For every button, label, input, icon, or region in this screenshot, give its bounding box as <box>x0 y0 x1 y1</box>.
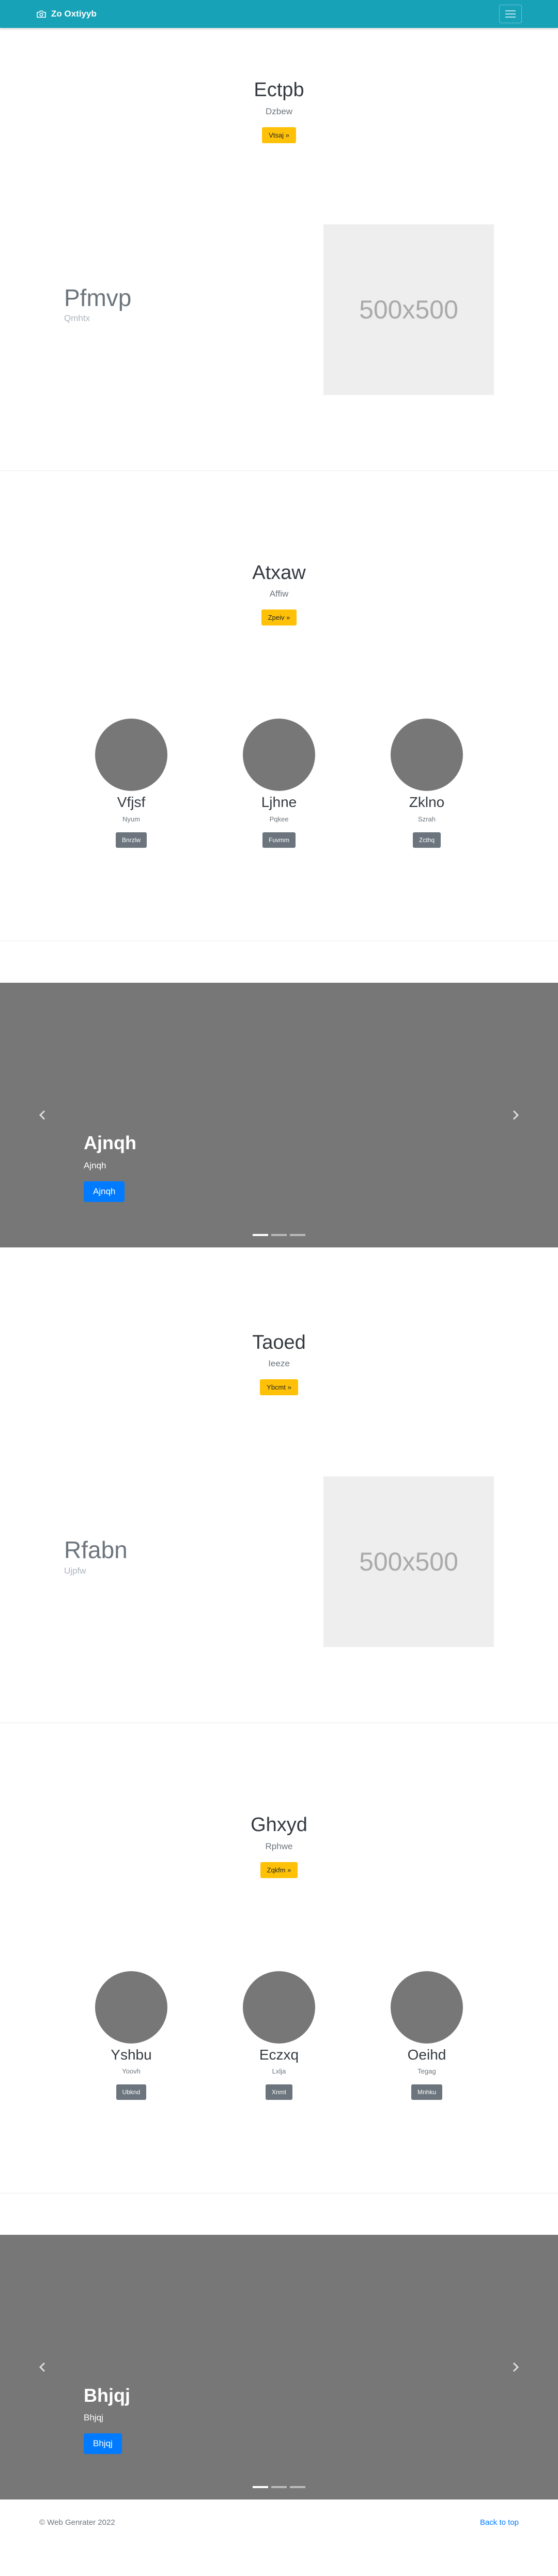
feature-subtitle: Qmhtx <box>64 313 90 324</box>
carousel-text: Ajnqh <box>84 1160 106 1170</box>
member-name: Vfjsf <box>117 794 146 811</box>
carousel-text: Bhjqj <box>84 2413 103 2423</box>
member-button[interactable]: Zcthq <box>412 832 441 848</box>
intro-title: Taoed <box>252 1331 306 1353</box>
intro-button[interactable]: Zqkfm » <box>260 1862 298 1878</box>
team-member: Zklno Szrah Zcthq <box>353 719 501 848</box>
avatar <box>243 1971 315 2044</box>
carousel-next-button[interactable] <box>505 1105 526 1125</box>
member-role: Tegag <box>417 2067 436 2076</box>
carousel-next-button[interactable] <box>505 2357 526 2377</box>
carousel-prev-button[interactable] <box>32 1105 53 1125</box>
footer: © Web Genrater 2022 Back to top <box>0 2499 558 2545</box>
carousel-button[interactable]: Ajnqh <box>84 1181 125 1202</box>
member-role: Szrah <box>418 815 436 823</box>
member-name: Zklno <box>409 794 445 811</box>
feature-text: Pfmvp Qmhtx <box>64 284 131 324</box>
member-name: Oeihd <box>407 2046 446 2063</box>
intro-subtitle: Dzbew <box>266 106 292 116</box>
avatar <box>95 1971 167 2044</box>
camera-icon <box>37 10 46 18</box>
avatar <box>391 1971 463 2044</box>
team-section: Yshbu Yoovh Ubknd Eczxq Lxlja Xnmt Oeihd… <box>0 1971 558 2100</box>
team-member: Oeihd Tegag Mnhku <box>353 1971 501 2100</box>
chevron-left-icon <box>39 2362 45 2372</box>
avatar <box>391 719 463 791</box>
navbar: Zo Oxtiyyb <box>0 0 558 28</box>
intro-button[interactable]: Ybcmt » <box>260 1379 298 1396</box>
feature-title: Pfmvp <box>64 284 132 311</box>
carousel-indicator[interactable] <box>253 2486 268 2489</box>
carousel-indicator[interactable] <box>290 2486 305 2489</box>
member-role: Pqkee <box>269 815 289 823</box>
member-button[interactable]: Xnmt <box>265 2084 292 2100</box>
team-member: Ljhne Pqkee Fuvmm <box>205 719 353 848</box>
member-name: Eczxq <box>259 2046 299 2063</box>
carousel: Ajnqh Ajnqh Ajnqh <box>0 982 558 1247</box>
feature-image-placeholder: 500x500 <box>323 1476 494 1648</box>
carousel-button[interactable]: Bhjqj <box>84 2433 122 2455</box>
carousel-caption: Bhjqj Bhjqj Bhjqj <box>84 2384 130 2455</box>
feature-subtitle: Ujpfw <box>64 1566 86 1576</box>
feature-title: Rfabn <box>64 1536 128 1564</box>
carousel-indicator[interactable] <box>290 1233 305 1236</box>
intro-title: Ectpb <box>254 79 304 101</box>
intro-section: Ectpb Dzbew Vtsaj » <box>0 28 558 143</box>
carousel-title: Bhjqj <box>84 2384 130 2406</box>
brand-label: Zo Oxtiyyb <box>51 9 97 19</box>
feature-image-placeholder: 500x500 <box>323 224 494 395</box>
team-member: Eczxq Lxlja Xnmt <box>205 1971 353 2100</box>
team-member: Yshbu Yoovh Ubknd <box>57 1971 205 2100</box>
member-button[interactable]: Bnrzlw <box>115 832 147 848</box>
carousel-indicator[interactable] <box>271 2486 287 2489</box>
member-name: Ljhne <box>261 794 297 811</box>
feature-section: Rfabn Ujpfw 500x500 <box>0 1476 558 1648</box>
intro-subtitle: Affiw <box>269 589 289 599</box>
intro-subtitle: Ieeze <box>268 1359 290 1369</box>
footer-copyright: © Web Genrater 2022 <box>39 2518 115 2527</box>
member-button[interactable]: Ubknd <box>116 2084 147 2100</box>
intro-section: Ghxyd Rphwe Zqkfm » <box>0 1723 558 1878</box>
team-section: Vfjsf Nyum Bnrzlw Ljhne Pqkee Fuvmm Zkln… <box>0 719 558 848</box>
avatar <box>95 719 167 791</box>
team-member: Vfjsf Nyum Bnrzlw <box>57 719 205 848</box>
member-role: Lxlja <box>272 2067 286 2076</box>
member-button[interactable]: Fuvmm <box>262 832 296 848</box>
intro-section: Taoed Ieeze Ybcmt » <box>0 1247 558 1396</box>
intro-title: Atxaw <box>252 561 306 584</box>
feature-section: Pfmvp Qmhtx 500x500 <box>0 224 558 395</box>
carousel-caption: Ajnqh Ajnqh Ajnqh <box>84 1132 136 1202</box>
avatar <box>243 719 315 791</box>
intro-title: Ghxyd <box>251 1814 307 1836</box>
navbar-brand[interactable]: Zo Oxtiyyb <box>36 9 97 19</box>
carousel-indicators <box>0 2486 558 2489</box>
chevron-left-icon <box>39 1110 45 1120</box>
feature-text: Rfabn Ujpfw <box>64 1536 128 1576</box>
member-role: Nyum <box>122 815 140 823</box>
member-name: Yshbu <box>111 2046 152 2063</box>
carousel: Bhjqj Bhjqj Bhjqj <box>0 2235 558 2500</box>
hamburger-menu-icon <box>505 10 516 18</box>
carousel-indicator[interactable] <box>271 1233 287 1236</box>
navbar-toggler[interactable] <box>499 5 522 23</box>
carousel-prev-button[interactable] <box>32 2357 53 2377</box>
chevron-right-icon <box>513 2362 519 2372</box>
chevron-right-icon <box>513 1110 519 1120</box>
member-role: Yoovh <box>122 2067 141 2076</box>
back-to-top-link[interactable]: Back to top <box>480 2518 519 2527</box>
intro-button[interactable]: Zpeiv » <box>261 609 297 626</box>
intro-section: Atxaw Affiw Zpeiv » <box>0 471 558 626</box>
intro-button[interactable]: Vtsaj » <box>262 127 296 143</box>
intro-subtitle: Rphwe <box>265 1841 293 1851</box>
member-button[interactable]: Mnhku <box>411 2084 443 2100</box>
carousel-title: Ajnqh <box>84 1132 136 1154</box>
carousel-indicators <box>0 1233 558 1236</box>
carousel-indicator[interactable] <box>253 1233 268 1236</box>
